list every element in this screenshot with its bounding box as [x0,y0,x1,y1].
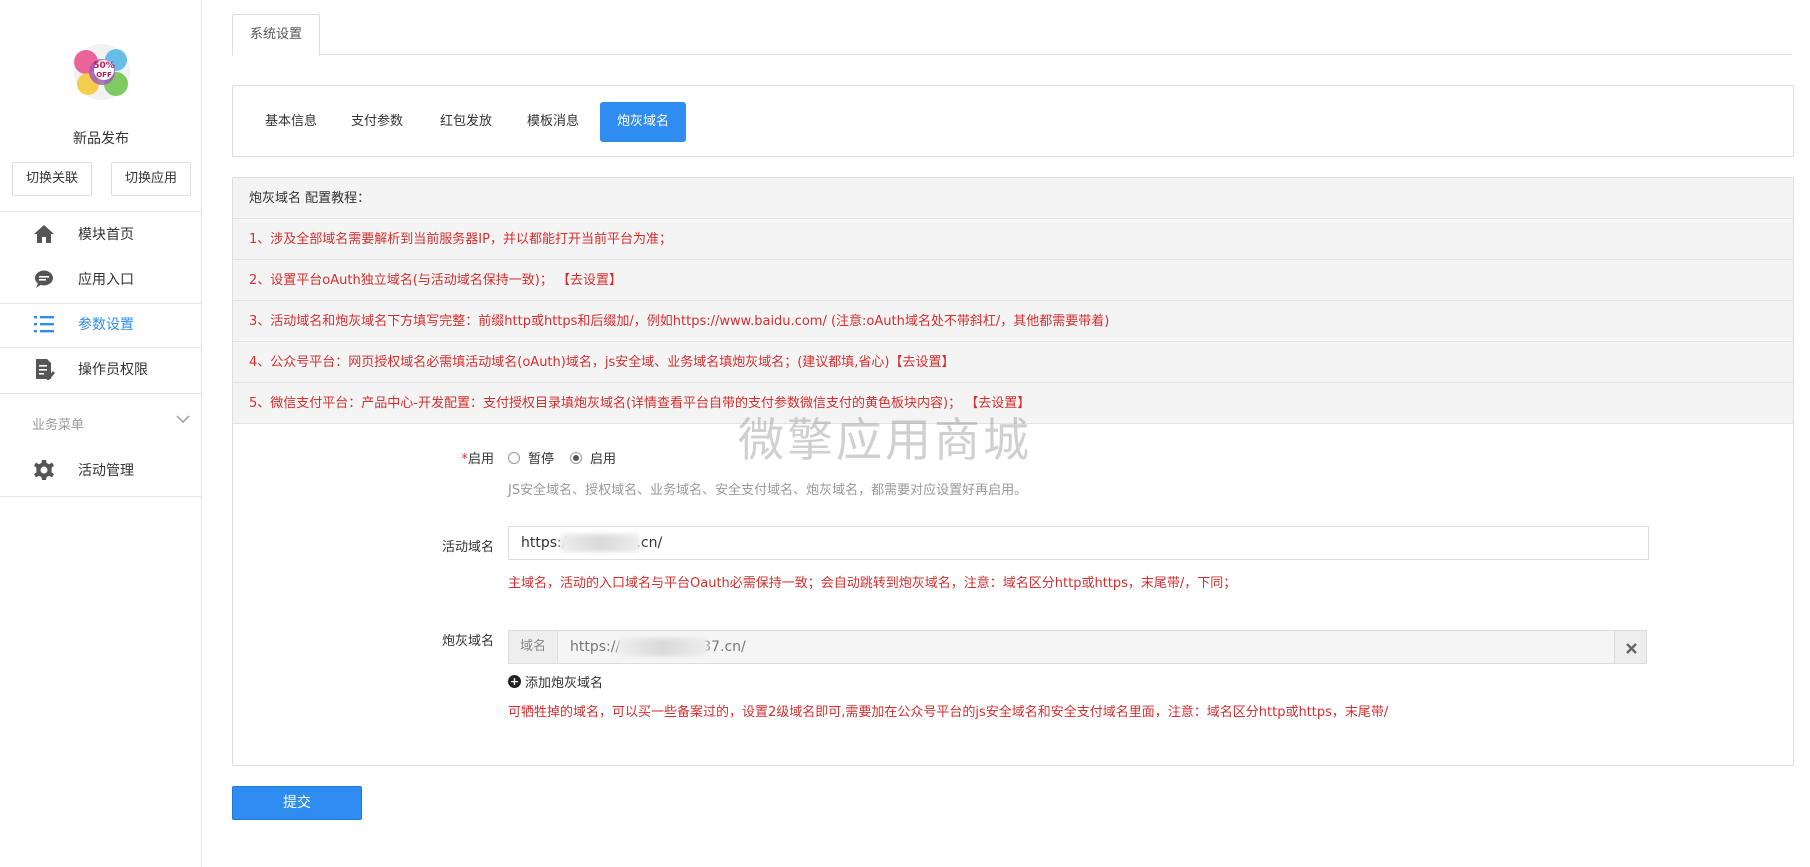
activity-domain-suffix: .cn/ [636,535,663,551]
cannon-domain-prefix: https:// [570,639,621,655]
tab-system-settings[interactable]: 系统设置 [232,14,320,56]
enable-help-text: JS安全域名、授权域名、业务域名、安全支付域名、炮灰域名，都需要对应设置好再启用… [508,483,1028,498]
cannon-domain-label: 炮灰域名 [441,634,494,649]
sidebar-item-label: 操作员权限 [78,362,148,378]
add-cannon-domain-link[interactable]: + 添加炮灰域名 [508,672,603,691]
sidebar-item-params[interactable]: 参数设置 [0,302,202,346]
svg-text:50%: 50% [93,61,115,71]
activity-domain-label: 活动域名 [441,540,494,555]
cannon-domain-form-panel: 炮灰域名 配置教程： 1、涉及全部域名需要解析到当前服务器IP，并以都能打开当前… [232,177,1794,766]
cannon-domain-help: 可牺牲掉的域名，可以买一些备案过的，设置2级域名即可,需要加在公众号平台的js安… [508,705,1389,720]
sidebar-item-label: 参数设置 [78,317,134,333]
radio-pause[interactable]: 暂停 [508,448,554,467]
sidebar: 50% OFF 新品发布 切换关联 切换应用 模块首页 应用入口 参数设置 操作… [0,0,202,867]
redacted-area [560,534,640,552]
settings-subtabs-panel: 基本信息 支付参数 红包发放 模板消息 炮灰域名 [232,85,1794,157]
radio-circle-selected[interactable] [570,451,582,464]
chat-bubble-icon [35,270,53,288]
document-edit-icon [36,359,55,380]
subtab-template-message[interactable]: 模板消息 [517,102,589,142]
submit-button[interactable]: 提交 [232,786,362,820]
subtab-payment-params[interactable]: 支付参数 [341,102,413,142]
sidebar-item-label: 应用入口 [78,272,134,288]
plus-circle-icon: + [508,675,521,688]
watermark: 微擎应用商城 [738,413,1032,467]
cannon-domain-input[interactable]: https:// 37.cn/ [557,630,1615,664]
svg-text:OFF: OFF [96,71,112,79]
radio-enable-label: 启用 [590,452,617,467]
radio-pause-label: 暂停 [528,452,555,467]
close-icon [1626,643,1637,654]
enable-field-label: *启用 [374,448,494,467]
app-name: 新品发布 [73,131,129,147]
chevron-down-icon[interactable] [176,414,190,424]
cannon-domain-suffix: 37.cn/ [702,639,746,655]
add-cannon-domain-label: 添加炮灰域名 [525,676,604,691]
top-tab-bar: 系统设置 [232,14,1792,56]
switch-link-button[interactable]: 切换关联 [12,162,92,196]
subtab-basic-info[interactable]: 基本信息 [255,102,327,142]
domain-addon-label: 域名 [508,630,558,664]
tip-line-2[interactable]: 2、设置平台oAuth独立域名(与活动域名保持一致)； 【去设置】 [233,260,1793,301]
radio-circle[interactable] [508,451,520,464]
divider [0,496,202,497]
tip-line-1: 1、涉及全部域名需要解析到当前服务器IP，并以都能打开当前平台为准； [233,219,1793,260]
sidebar-item-activity-management[interactable]: 活动管理 [0,448,202,492]
sidebar-item-module-home[interactable]: 模块首页 [0,212,202,256]
redacted-area [618,638,708,656]
group-title: 业务菜单 [32,418,85,433]
home-icon [34,225,54,243]
sidebar-item-operator-permissions[interactable]: 操作员权限 [0,347,202,391]
list-icon [34,316,54,333]
sidebar-item-app-entry[interactable]: 应用入口 [0,257,202,301]
radio-enable[interactable]: 启用 [570,448,616,467]
sidebar-item-label: 活动管理 [78,463,134,479]
subtab-red-packet[interactable]: 红包发放 [430,102,502,142]
gear-icon [34,460,54,480]
tip-line-4[interactable]: 4、公众号平台：网页授权域名必需填活动域名(oAuth)域名，js安全域、业务域… [233,342,1793,383]
switch-app-button[interactable]: 切换应用 [111,162,191,196]
activity-domain-input[interactable]: https:/.cn/ [508,526,1649,560]
enable-label-text: 启用 [467,452,494,467]
activity-domain-help: 主域名，活动的入口域名与平台Oauth必需保持一致；会自动跳转到炮灰域名，注意：… [508,576,1237,591]
divider [0,393,202,394]
app-logo: 50% OFF [74,44,130,100]
sidebar-item-label: 模块首页 [78,227,134,243]
remove-domain-button[interactable] [1614,630,1647,664]
subtab-cannon-domain[interactable]: 炮灰域名 [600,102,686,142]
tips-heading: 炮灰域名 配置教程： [233,178,1793,219]
tip-line-3: 3、活动域名和炮灰域名下方填写完整：前缀http或https和后缀加/，例如ht… [233,301,1793,342]
